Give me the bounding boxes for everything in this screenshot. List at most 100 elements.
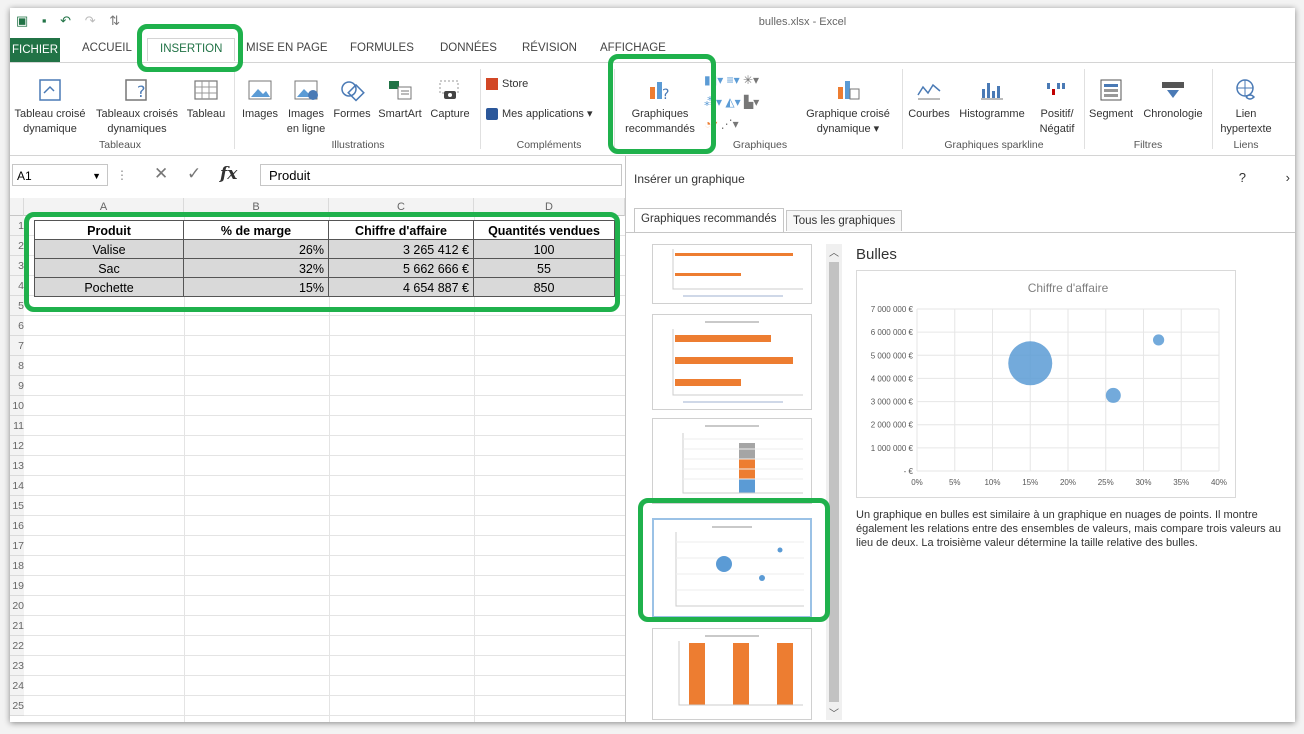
- smartart-button[interactable]: SmartArt: [374, 77, 426, 122]
- row-header[interactable]: 6: [10, 316, 24, 336]
- enter-icon[interactable]: ✓: [187, 164, 201, 183]
- table-cell[interactable]: 100: [473, 239, 615, 259]
- column-header[interactable]: D: [474, 198, 625, 216]
- scroll-down-icon[interactable]: ﹀: [829, 705, 839, 720]
- waterfall-chart-icon[interactable]: ▙▾: [744, 95, 759, 109]
- chart-thumbnail-bar-multi[interactable]: [652, 314, 812, 410]
- pie-chart-icon[interactable]: ◔▾: [704, 117, 717, 131]
- scrollbar-thumb[interactable]: [829, 262, 839, 702]
- table-cell[interactable]: 5 662 666 €: [328, 258, 474, 278]
- header-cell[interactable]: Produit: [34, 220, 184, 240]
- header-cell[interactable]: Chiffre d'affaire: [328, 220, 474, 240]
- online-images-button[interactable]: Images en ligne: [284, 77, 328, 137]
- tab-formulas[interactable]: FORMULES: [350, 42, 414, 54]
- tab-file[interactable]: FICHIER: [10, 38, 60, 62]
- row-header[interactable]: 12: [10, 436, 24, 456]
- recommended-charts-button[interactable]: ? Graphiques recommandés: [618, 77, 702, 137]
- column-header[interactable]: A: [24, 198, 184, 216]
- tab-home[interactable]: ACCUEIL: [82, 42, 132, 54]
- chart-thumbnail-bar[interactable]: [652, 244, 812, 304]
- table-cell[interactable]: 850: [473, 277, 615, 297]
- tab-page-layout[interactable]: MISE EN PAGE: [246, 42, 328, 54]
- timeline-button[interactable]: Chronologie: [1138, 77, 1208, 122]
- recommended-pivot-button[interactable]: ? Tableaux croisés dynamiques: [92, 77, 182, 137]
- row-header[interactable]: 22: [10, 636, 24, 656]
- chart-types-gallery[interactable]: ▮▮▾ ≡▾ ✳▾ ⁂▾ ◭▾ ▙▾ ◔▾ ⋰▾: [704, 69, 796, 135]
- row-header[interactable]: 1: [10, 216, 24, 236]
- table-cell[interactable]: 15%: [183, 277, 329, 297]
- thumbnail-scrollbar[interactable]: ︿ ﹀: [826, 244, 842, 720]
- close-icon[interactable]: ›: [1286, 170, 1290, 185]
- table-cell[interactable]: 26%: [183, 239, 329, 259]
- row-header[interactable]: 17: [10, 536, 24, 556]
- header-cell[interactable]: Quantités vendues: [473, 220, 615, 240]
- formula-input[interactable]: Produit: [260, 164, 622, 186]
- row-header[interactable]: 19: [10, 576, 24, 596]
- table-cell[interactable]: Valise: [34, 239, 184, 259]
- tab-view[interactable]: AFFICHAGE: [600, 42, 666, 54]
- row-header[interactable]: 5: [10, 296, 24, 316]
- chevron-down-icon[interactable]: ▼: [92, 165, 101, 187]
- scatter-chart-icon[interactable]: ⁂▾: [704, 95, 722, 109]
- my-apps-button[interactable]: Mes applications ▾: [486, 107, 616, 122]
- row-header[interactable]: 8: [10, 356, 24, 376]
- area-chart-icon[interactable]: ◭▾: [725, 95, 740, 109]
- row-header[interactable]: 2: [10, 236, 24, 256]
- tab-recommended-charts[interactable]: Graphiques recommandés: [634, 208, 784, 232]
- table-cell[interactable]: Sac: [34, 258, 184, 278]
- table-cell[interactable]: 32%: [183, 258, 329, 278]
- row-header[interactable]: 20: [10, 596, 24, 616]
- row-header[interactable]: 15: [10, 496, 24, 516]
- pivot-chart-button[interactable]: Graphique croisé dynamique ▾: [800, 77, 896, 137]
- column-chart-icon[interactable]: ▮▮▾: [704, 73, 723, 87]
- row-header[interactable]: 4: [10, 276, 24, 296]
- name-box[interactable]: A1 ▼: [12, 164, 108, 186]
- scroll-up-icon[interactable]: ︿: [829, 244, 839, 259]
- chart-thumbnail-column[interactable]: [652, 628, 812, 720]
- row-header[interactable]: 14: [10, 476, 24, 496]
- table-cell[interactable]: 55: [473, 258, 615, 278]
- images-button[interactable]: Images: [238, 77, 282, 122]
- sparkline-winloss-button[interactable]: Positif/ Négatif: [1032, 77, 1082, 137]
- cancel-icon[interactable]: ✕: [154, 164, 168, 183]
- column-header[interactable]: C: [329, 198, 474, 216]
- row-header[interactable]: 18: [10, 556, 24, 576]
- worksheet-grid[interactable]: A B C D 1 2 3 4 5 6 7 8 9 10 11 12 13 14 15 16 17 18 19 20 2…: [10, 198, 625, 722]
- shapes-button[interactable]: Formes: [330, 77, 374, 122]
- row-header[interactable]: 24: [10, 676, 24, 696]
- scatter-plot-icon[interactable]: ⋰▾: [721, 117, 739, 131]
- table-cell[interactable]: 3 265 412 €: [328, 239, 474, 259]
- select-all-corner[interactable]: [10, 198, 24, 216]
- chart-thumbnail-bubble[interactable]: [652, 518, 812, 618]
- line-chart-icon[interactable]: ≡▾: [727, 73, 740, 87]
- column-header[interactable]: B: [184, 198, 329, 216]
- row-header[interactable]: 7: [10, 336, 24, 356]
- table-button[interactable]: Tableau: [184, 77, 228, 122]
- row-header[interactable]: 23: [10, 656, 24, 676]
- hyperlink-button[interactable]: Lien hypertexte: [1216, 77, 1276, 137]
- help-icon[interactable]: ?: [1239, 170, 1246, 185]
- row-header[interactable]: 21: [10, 616, 24, 636]
- radar-chart-icon[interactable]: ✳▾: [743, 73, 759, 87]
- tab-data[interactable]: DONNÉES: [440, 42, 497, 54]
- table-cell[interactable]: Pochette: [34, 277, 184, 297]
- slicer-button[interactable]: Segment: [1086, 77, 1136, 122]
- row-header[interactable]: 10: [10, 396, 24, 416]
- capture-button[interactable]: Capture: [426, 77, 474, 122]
- header-cell[interactable]: % de marge: [183, 220, 329, 240]
- tab-insert[interactable]: INSERTION: [147, 38, 236, 61]
- store-button[interactable]: Store: [486, 77, 596, 92]
- pivot-table-button[interactable]: Tableau croisé dynamique: [10, 77, 90, 137]
- table-cell[interactable]: 4 654 887 €: [328, 277, 474, 297]
- sparkline-column-button[interactable]: Histogramme: [954, 77, 1030, 122]
- row-header[interactable]: 11: [10, 416, 24, 436]
- tab-all-charts[interactable]: Tous les graphiques: [786, 210, 903, 231]
- row-header[interactable]: 9: [10, 376, 24, 396]
- row-header[interactable]: 13: [10, 456, 24, 476]
- row-header[interactable]: 16: [10, 516, 24, 536]
- sparkline-lines-button[interactable]: Courbes: [906, 77, 952, 122]
- chart-thumbnail-stacked-column[interactable]: [652, 418, 812, 504]
- row-header[interactable]: 25: [10, 696, 24, 716]
- insert-function-icon[interactable]: fx: [220, 164, 237, 184]
- row-header[interactable]: 3: [10, 256, 24, 276]
